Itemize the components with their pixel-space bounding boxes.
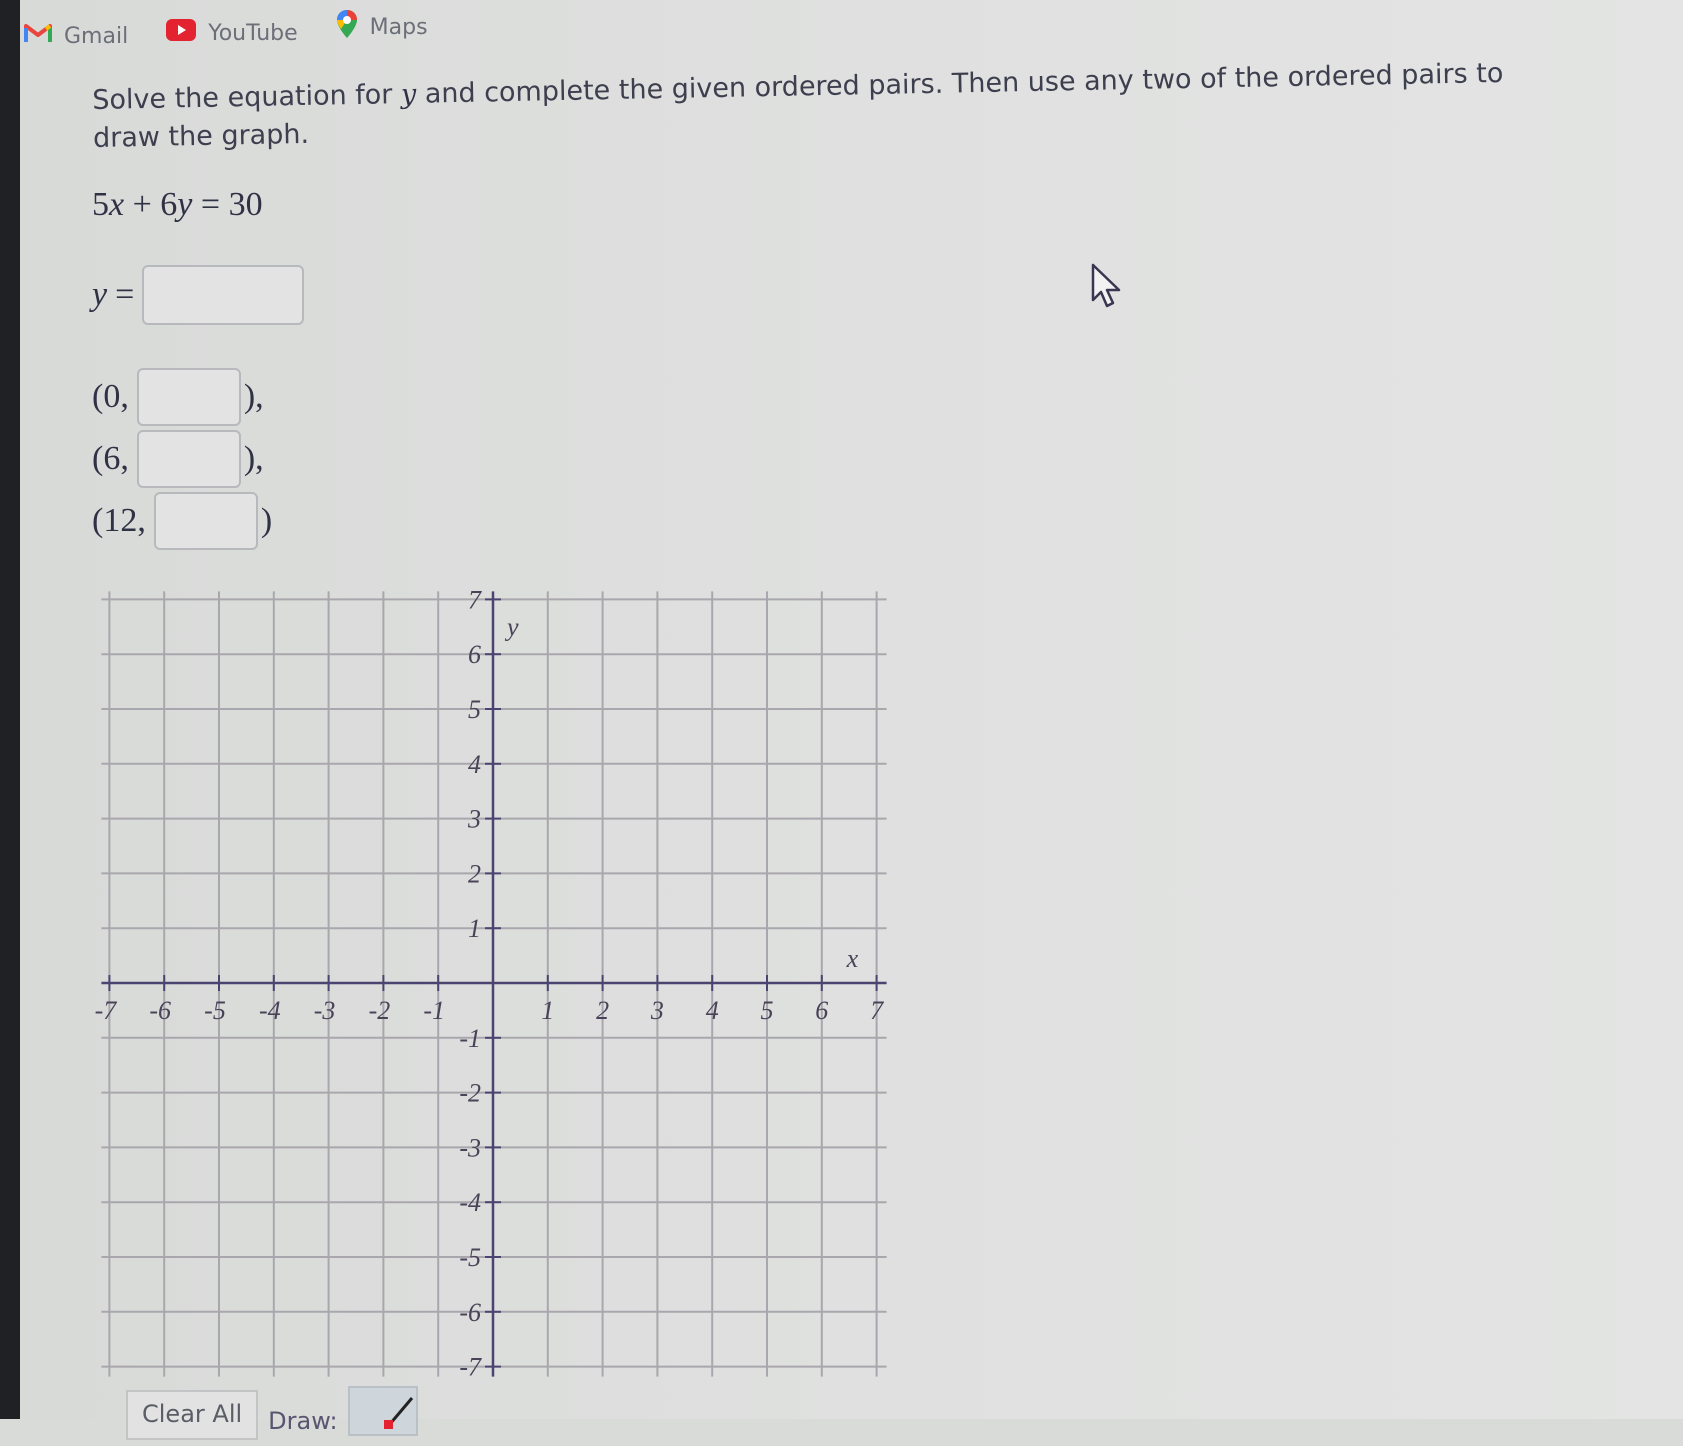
y-axis-label: y — [504, 612, 519, 641]
draw-label: Draw: — [268, 1407, 338, 1435]
x-tick-label: 4 — [706, 996, 719, 1025]
y-tick-label: 5 — [468, 695, 481, 724]
x-tick-label: 5 — [761, 996, 774, 1025]
x-tick-label: -2 — [369, 996, 391, 1025]
y-tick-label: 6 — [468, 640, 481, 669]
y-tick-label: 1 — [468, 914, 481, 943]
x-tick-label: -4 — [259, 996, 281, 1025]
y-tick-label: 7 — [468, 585, 482, 614]
x-tick-label: -7 — [95, 996, 118, 1025]
y-tick-label: -3 — [459, 1133, 481, 1162]
x-tick-label: 6 — [815, 996, 828, 1025]
x-axis-label: x — [846, 944, 859, 973]
coordinate-graph[interactable]: -7 -6 -5 -4 -3 -2 -1 1 2 3 4 5 6 7 7 6 5 4 3 2 1 -1 -2 -3 -4 -5 -6… — [0, 0, 1683, 1419]
y-tick-label: 2 — [468, 859, 481, 888]
y-tick-label: -1 — [459, 1024, 481, 1053]
line-tool-icon — [350, 1388, 420, 1442]
x-tick-label: 1 — [541, 996, 554, 1025]
x-tick-label: 2 — [596, 996, 609, 1025]
y-tick-label: 3 — [467, 805, 481, 834]
x-tick-label: -5 — [204, 996, 226, 1025]
x-tick-label: 3 — [650, 996, 664, 1025]
x-tick-label: -1 — [423, 996, 445, 1025]
y-tick-label: 4 — [468, 750, 481, 779]
y-tick-label: -6 — [459, 1298, 481, 1327]
graph-toolbar: Clear All Draw: — [126, 1386, 418, 1446]
y-tick-label: -5 — [459, 1243, 481, 1272]
y-tick-label: -7 — [459, 1353, 482, 1382]
y-tick-label: -4 — [459, 1188, 481, 1217]
draw-line-tool-button[interactable] — [347, 1386, 418, 1436]
y-tick-label: -2 — [459, 1079, 481, 1108]
mouse-cursor — [1090, 262, 1124, 314]
x-tick-label: -6 — [149, 996, 171, 1025]
x-tick-label: 7 — [870, 996, 884, 1025]
clear-all-button[interactable]: Clear All — [126, 1390, 259, 1440]
x-tick-label: -3 — [314, 996, 336, 1025]
